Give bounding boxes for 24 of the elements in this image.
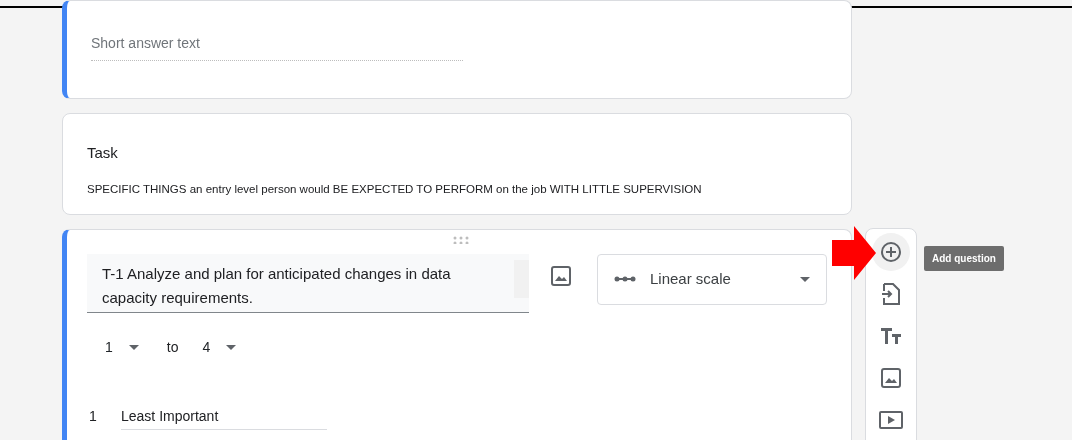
image-icon[interactable] (551, 265, 571, 286)
import-icon (882, 283, 900, 305)
caret-icon (226, 344, 237, 350)
caret-icon (800, 276, 810, 282)
add-button[interactable] (872, 233, 910, 271)
section-description: SPECIFIC THINGS an entry level person would BE EXPECTED TO PERFORM on the job WITH LITTLE SUPERVISION (87, 181, 703, 197)
question-type-dropdown[interactable]: Linear scale (597, 253, 827, 305)
title-text-icon (880, 327, 902, 345)
scale-dropdown[interactable]: 1 (105, 336, 139, 358)
short-answer-field[interactable]: Short answer text (91, 27, 463, 61)
caret-icon (128, 344, 139, 350)
scale-label-field[interactable]: Least Important (121, 403, 327, 430)
to-label: to (166, 337, 179, 357)
question-title-field[interactable]: T-1 Analyze and plan for anticipated changes in data capacity requirements. (87, 253, 529, 313)
scale-number: 1 (89, 407, 98, 427)
scale-dropdown[interactable]: 4 (202, 336, 237, 358)
tooltip: Add question (924, 246, 1004, 271)
drag-handle-icon[interactable] (453, 235, 469, 244)
video-icon (879, 411, 903, 429)
image-icon (881, 368, 901, 388)
add-icon (880, 241, 902, 263)
linear-scale-icon (614, 276, 636, 283)
section-title: Task (87, 143, 119, 163)
arrow-annotation (832, 226, 876, 280)
